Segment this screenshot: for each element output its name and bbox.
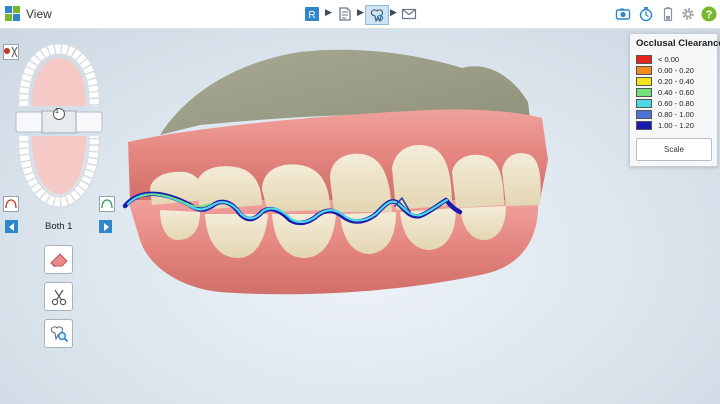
legend-label: < 0.00 [658,55,680,64]
eraser-tool-button[interactable] [44,245,73,274]
svg-text:?: ? [706,9,713,21]
legend-swatch [636,110,652,119]
workflow-step-send[interactable] [400,5,418,23]
previous-bite-button[interactable] [5,220,18,233]
legend-item: 1.00 - 1.20 [636,121,694,130]
legend-item: 0.80 - 1.00 [636,110,694,119]
arch-navigator[interactable]: 1 [14,42,104,214]
legend-item: 0.00 - 0.20 [636,66,694,75]
legend-swatch [636,55,652,64]
workflow-step-rx[interactable]: R [303,5,321,23]
chevron-right-icon: ▶ [390,7,397,17]
gear-icon [682,8,694,20]
tooth-number: 1 [55,108,59,115]
battery-status [659,5,677,23]
camera-icon [615,8,631,20]
tooth-magnifier-icon [50,325,68,342]
view-tooth-icon [370,9,384,23]
timer-icon [639,7,653,22]
legend-item: 0.40 - 0.60 [636,88,694,97]
triangle-right-icon [103,222,109,231]
eraser-icon [49,252,68,267]
app-title: View [26,7,52,21]
occlusal-clearance-legend: Occlusal Clearance < 0.00 0.00 - 0.20 0.… [629,33,720,167]
chevron-right-icon: ▶ [325,7,332,17]
legend-swatch [636,77,652,86]
legend-label: 1.00 - 1.20 [658,121,694,130]
timer-button[interactable] [637,5,655,23]
right-view-toggle[interactable] [99,196,115,212]
legend-item: < 0.00 [636,55,679,64]
chevron-right-icon: ▶ [357,7,364,17]
legend-label: 0.20 - 0.40 [658,77,694,86]
legend-label: 0.40 - 0.60 [658,88,694,97]
jaw-navigator-diagram [15,42,103,209]
rx-document-icon: R [305,7,319,21]
jaw-side-icon [3,196,19,212]
left-view-toggle[interactable] [3,196,19,212]
windows-grid-icon[interactable] [5,6,20,21]
legend-swatch [636,121,652,130]
legend-swatch [636,88,652,97]
rx-glyph: R [308,10,315,21]
trim-tool-button[interactable] [44,282,73,311]
battery-icon [663,7,673,22]
legend-label: 0.00 - 0.20 [658,66,694,75]
legend-item: 0.60 - 0.80 [636,99,694,108]
legend-item: 0.20 - 0.40 [636,77,694,86]
bite-label: Both 1 [45,221,73,232]
legend-swatch [636,99,652,108]
3d-viewport[interactable] [0,29,720,404]
tooth-inspect-button[interactable] [44,319,73,348]
legend-swatch [636,66,652,75]
next-bite-button[interactable] [99,220,112,233]
scissors-icon [51,289,66,305]
legend-label: 0.60 - 0.80 [658,99,694,108]
scale-button[interactable]: Scale [636,138,712,161]
legend-label: 0.80 - 1.00 [658,110,694,119]
legend-title: Occlusal Clearance [636,38,720,49]
settings-button[interactable] [679,5,697,23]
envelope-icon [401,8,417,20]
help-button[interactable]: ? [700,5,718,23]
arch-toggle-icon [3,44,19,60]
workflow-step-scan[interactable] [335,5,353,23]
capture-button[interactable] [614,5,632,23]
title-bar: View R ▶ ▶ ▶ ? [0,0,720,29]
help-icon: ? [701,6,717,22]
scan-icon [339,7,351,21]
upper-arch-toggle[interactable] [3,44,19,60]
triangle-left-icon [8,222,14,231]
workflow-step-view[interactable] [365,5,389,25]
dental-model-scene[interactable] [0,29,720,404]
jaw-side-icon [99,196,115,212]
